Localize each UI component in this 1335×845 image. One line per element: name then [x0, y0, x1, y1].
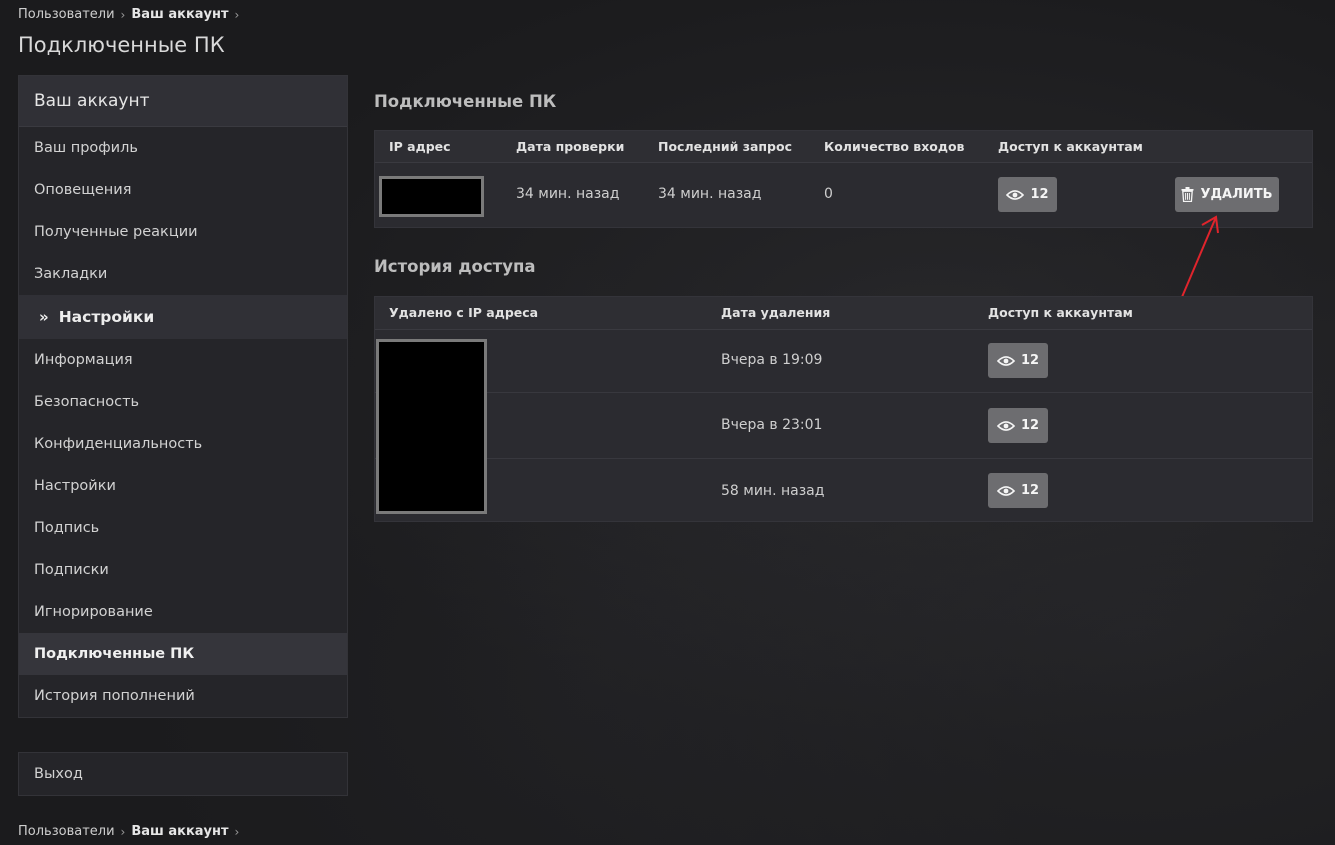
sidebar-item-alerts[interactable]: Оповещения: [19, 169, 347, 211]
breadcrumb-link-account[interactable]: Ваш аккаунт: [131, 7, 228, 22]
double-chevron-right-icon: »: [39, 308, 49, 326]
column-header-ip: IP адрес: [389, 139, 451, 154]
sidebar-section-label: Настройки: [58, 308, 155, 326]
page-title: Подключенные ПК: [18, 33, 225, 57]
access-count: 12: [1030, 187, 1049, 202]
breadcrumb-bottom: Пользователи › Ваш аккаунт ›: [18, 824, 245, 839]
sidebar-item-bookmarks[interactable]: Закладки: [19, 253, 347, 295]
sidebar-item-ignoring[interactable]: Игнорирование: [19, 591, 347, 633]
table-header: Удалено с IP адреса Дата удаления Доступ…: [375, 297, 1312, 330]
chevron-right-icon: ›: [234, 824, 240, 839]
column-header-access: Доступ к аккаунтам: [988, 305, 1133, 320]
sidebar-item-profile[interactable]: Ваш профиль: [19, 127, 347, 169]
delete-date-value: Вчера в 19:09: [721, 352, 823, 368]
breadcrumb-top: Пользователи › Ваш аккаунт ›: [18, 7, 245, 22]
access-history-table: Удалено с IP адреса Дата удаления Доступ…: [374, 296, 1313, 522]
column-header-deleted-ip: Удалено с IP адреса: [389, 305, 539, 320]
annotation-arrow-icon: [1181, 215, 1219, 298]
column-header-check-date: Дата проверки: [516, 139, 625, 154]
sidebar-item-reactions[interactable]: Полученные реакции: [19, 211, 347, 253]
column-header-delete-date: Дата удаления: [721, 305, 831, 320]
breadcrumb-link-account[interactable]: Ваш аккаунт: [131, 824, 228, 839]
sidebar-item-subscriptions[interactable]: Подписки: [19, 549, 347, 591]
eye-icon: [996, 485, 1015, 496]
sidebar-item-connected-pcs[interactable]: Подключенные ПК: [19, 633, 347, 675]
breadcrumb-link-users[interactable]: Пользователи: [18, 7, 115, 22]
table-row: Вчера в 23:01 12: [375, 393, 1312, 459]
table-row: 58 мин. назад 12: [375, 459, 1312, 522]
delete-date-value: 58 мин. назад: [721, 483, 825, 499]
account-access-button[interactable]: 12: [988, 343, 1048, 378]
logins-value: 0: [824, 186, 833, 202]
chevron-right-icon: ›: [120, 7, 126, 22]
table-row: Вчера в 19:09 12: [375, 330, 1312, 393]
redacted-ip-block: [376, 339, 487, 514]
redacted-ip-block: [379, 176, 484, 217]
sidebar-item-security[interactable]: Безопасность: [19, 381, 347, 423]
column-header-last-request: Последний запрос: [658, 139, 792, 154]
account-access-button[interactable]: 12: [998, 177, 1057, 212]
sidebar-section-settings: » Настройки: [19, 295, 347, 339]
logout-box: Выход: [18, 752, 348, 796]
delete-label: УДАЛИТЬ: [1200, 187, 1273, 202]
eye-icon: [1006, 189, 1025, 200]
sidebar-header[interactable]: Ваш аккаунт: [19, 76, 347, 127]
check-date-value: 34 мин. назад: [516, 186, 620, 202]
eye-icon: [996, 420, 1015, 431]
sidebar-item-info[interactable]: Информация: [19, 339, 347, 381]
sidebar-item-privacy[interactable]: Конфиденциальность: [19, 423, 347, 465]
account-access-button[interactable]: 12: [988, 473, 1048, 508]
sidebar-item-preferences[interactable]: Настройки: [19, 465, 347, 507]
access-count: 12: [1020, 353, 1040, 368]
table-header: IP адрес Дата проверки Последний запрос …: [375, 131, 1312, 163]
chevron-right-icon: ›: [120, 824, 126, 839]
access-count: 12: [1020, 418, 1040, 433]
access-count: 12: [1020, 483, 1040, 498]
sidebar-item-signature[interactable]: Подпись: [19, 507, 347, 549]
last-request-value: 34 мин. назад: [658, 186, 762, 202]
trash-icon: [1181, 187, 1194, 202]
logout-link[interactable]: Выход: [19, 766, 83, 782]
breadcrumb-link-users[interactable]: Пользователи: [18, 824, 115, 839]
column-header-access: Доступ к аккаунтам: [998, 139, 1143, 154]
account-access-button[interactable]: 12: [988, 408, 1048, 443]
chevron-right-icon: ›: [234, 7, 240, 22]
column-header-logins: Количество входов: [824, 139, 965, 154]
account-sidebar: Ваш аккаунт Ваш профиль Оповещения Получ…: [18, 75, 348, 718]
eye-icon: [996, 355, 1015, 366]
sidebar-item-payment-history[interactable]: История пополнений: [19, 675, 347, 717]
connected-pcs-title: Подключенные ПК: [374, 92, 557, 111]
delete-date-value: Вчера в 23:01: [721, 417, 823, 433]
access-history-title: История доступа: [374, 257, 536, 276]
